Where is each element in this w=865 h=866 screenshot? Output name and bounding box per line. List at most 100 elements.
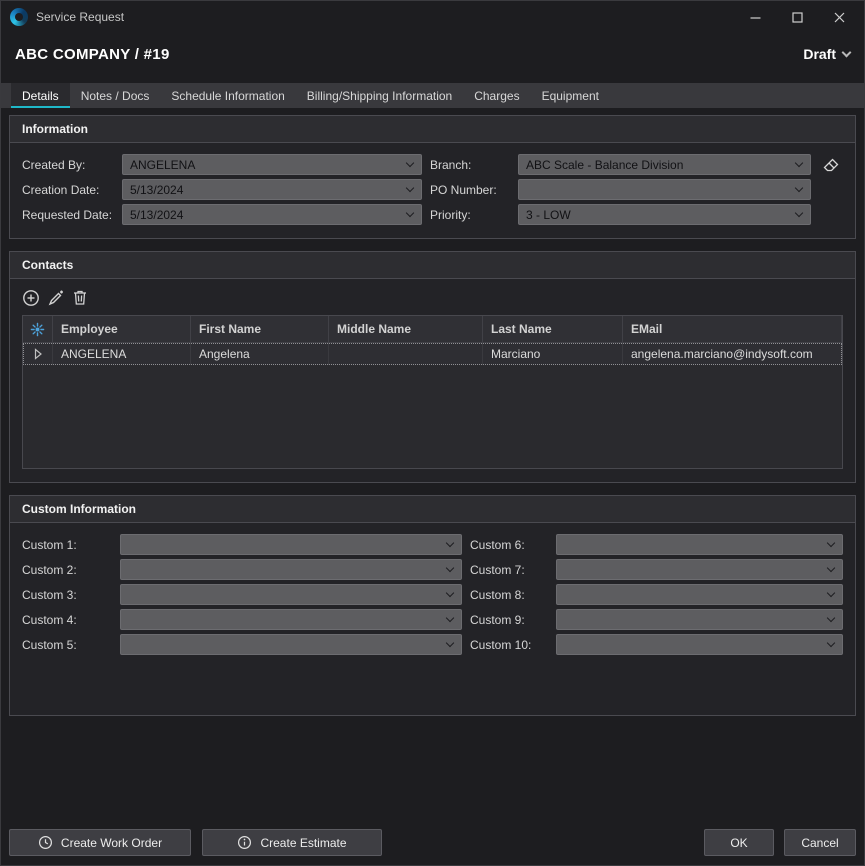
page-title: ABC COMPANY / #19 [15, 46, 170, 63]
custom-8-dropdown[interactable] [556, 584, 843, 605]
creation-date-dropdown[interactable]: 5/13/2024 [122, 179, 422, 200]
custom-2-dropdown[interactable] [120, 559, 462, 580]
edit-contact-button[interactable] [47, 287, 65, 308]
information-panel-title: Information [10, 116, 855, 143]
chevron-down-icon [446, 538, 454, 546]
column-header-middle-name[interactable]: Middle Name [329, 316, 483, 343]
custom-10-dropdown[interactable] [556, 634, 843, 655]
creation-date-label: Creation Date: [22, 183, 114, 197]
clear-branch-button[interactable] [819, 154, 843, 175]
chevron-down-icon [795, 183, 803, 191]
branch-value: ABC Scale - Balance Division [526, 158, 683, 172]
clock-icon [38, 835, 53, 850]
column-header-first-name[interactable]: First Name [191, 316, 329, 343]
delete-contact-button[interactable] [72, 287, 88, 308]
custom-7-dropdown[interactable] [556, 559, 843, 580]
requested-date-value: 5/13/2024 [130, 208, 183, 222]
custom-1-dropdown[interactable] [120, 534, 462, 555]
ok-button[interactable]: OK [704, 829, 774, 856]
requested-date-dropdown[interactable]: 5/13/2024 [122, 204, 422, 225]
expand-arrow-icon [33, 348, 43, 360]
contacts-panel: Contacts [9, 251, 856, 483]
status-badge: Draft [803, 46, 836, 62]
window-controls [734, 2, 860, 32]
chevron-down-icon [406, 183, 414, 191]
tab-charges[interactable]: Charges [463, 83, 530, 108]
cell-employee: ANGELENA [53, 343, 191, 365]
creation-date-value: 5/13/2024 [130, 183, 183, 197]
custom-8-label: Custom 8: [470, 588, 548, 602]
contacts-grid: Employee First Name Middle Name Last Nam… [22, 315, 843, 469]
branch-dropdown[interactable]: ABC Scale - Balance Division [518, 154, 811, 175]
custom-9-dropdown[interactable] [556, 609, 843, 630]
minimize-button[interactable] [734, 2, 776, 32]
add-circle-icon [22, 289, 40, 307]
created-by-value: ANGELENA [130, 158, 195, 172]
tab-schedule-information[interactable]: Schedule Information [160, 83, 295, 108]
status-dropdown[interactable]: Draft [803, 46, 850, 62]
custom-3-label: Custom 3: [22, 588, 112, 602]
grid-customize-button[interactable] [23, 316, 53, 343]
close-button[interactable] [818, 2, 860, 32]
minimize-icon [750, 12, 761, 23]
chevron-down-icon [446, 613, 454, 621]
created-by-dropdown[interactable]: ANGELENA [122, 154, 422, 175]
create-estimate-label: Create Estimate [260, 836, 346, 850]
row-expand-button[interactable] [23, 343, 53, 365]
tab-equipment[interactable]: Equipment [531, 83, 610, 108]
grid-options-icon [30, 322, 45, 337]
custom-6-dropdown[interactable] [556, 534, 843, 555]
chevron-down-icon [446, 588, 454, 596]
chevron-down-icon [446, 563, 454, 571]
column-header-last-name[interactable]: Last Name [483, 316, 623, 343]
chevron-down-icon [827, 538, 835, 546]
custom-5-dropdown[interactable] [120, 634, 462, 655]
cancel-button[interactable]: Cancel [784, 829, 856, 856]
create-work-order-label: Create Work Order [61, 836, 162, 850]
priority-dropdown[interactable]: 3 - LOW [518, 204, 811, 225]
eraser-icon [822, 157, 840, 173]
service-request-window: Service Request ABC COMPANY / #19 Draft … [0, 0, 865, 866]
custom-3-dropdown[interactable] [120, 584, 462, 605]
chevron-down-icon [795, 158, 803, 166]
information-panel: Information Created By: ANGELENA Branch:… [9, 115, 856, 239]
priority-label: Priority: [430, 208, 510, 222]
window-title: Service Request [36, 10, 124, 24]
custom-1-label: Custom 1: [22, 538, 112, 552]
column-header-email[interactable]: EMail [623, 316, 842, 343]
custom-6-label: Custom 6: [470, 538, 548, 552]
create-estimate-button[interactable]: Create Estimate [202, 829, 382, 856]
tab-details[interactable]: Details [11, 83, 70, 108]
custom-4-dropdown[interactable] [120, 609, 462, 630]
tab-notes-docs[interactable]: Notes / Docs [70, 83, 161, 108]
maximize-button[interactable] [776, 2, 818, 32]
chevron-down-icon [795, 208, 803, 216]
info-icon [237, 835, 252, 850]
custom-4-label: Custom 4: [22, 613, 112, 627]
details-tab-content: Information Created By: ANGELENA Branch:… [1, 108, 864, 865]
requested-date-label: Requested Date: [22, 208, 114, 222]
custom-2-label: Custom 2: [22, 563, 112, 577]
tab-billing-shipping-information[interactable]: Billing/Shipping Information [296, 83, 463, 108]
po-number-dropdown[interactable] [518, 179, 811, 200]
company-header: ABC COMPANY / #19 Draft [1, 33, 864, 75]
contact-table-row[interactable]: ANGELENA Angelena Marciano angelena.marc… [23, 343, 842, 365]
cell-middle-name [329, 343, 483, 365]
column-header-employee[interactable]: Employee [53, 316, 191, 343]
custom-9-label: Custom 9: [470, 613, 548, 627]
custom-information-panel: Custom Information Custom 1: Custom 6: C… [9, 495, 856, 716]
chevron-down-icon [827, 613, 835, 621]
po-number-label: PO Number: [430, 183, 510, 197]
maximize-icon [792, 12, 803, 23]
footer-bar: Create Work Order Create Estimate OK Can… [1, 829, 864, 865]
priority-value: 3 - LOW [526, 208, 571, 222]
create-work-order-button[interactable]: Create Work Order [9, 829, 191, 856]
custom-information-panel-title: Custom Information [10, 496, 855, 523]
add-contact-button[interactable] [22, 287, 40, 308]
chevron-down-icon [406, 208, 414, 216]
chevron-down-icon [827, 563, 835, 571]
app-logo-icon [10, 8, 28, 26]
cell-last-name: Marciano [483, 343, 623, 365]
close-icon [834, 12, 845, 23]
trash-icon [72, 289, 88, 306]
